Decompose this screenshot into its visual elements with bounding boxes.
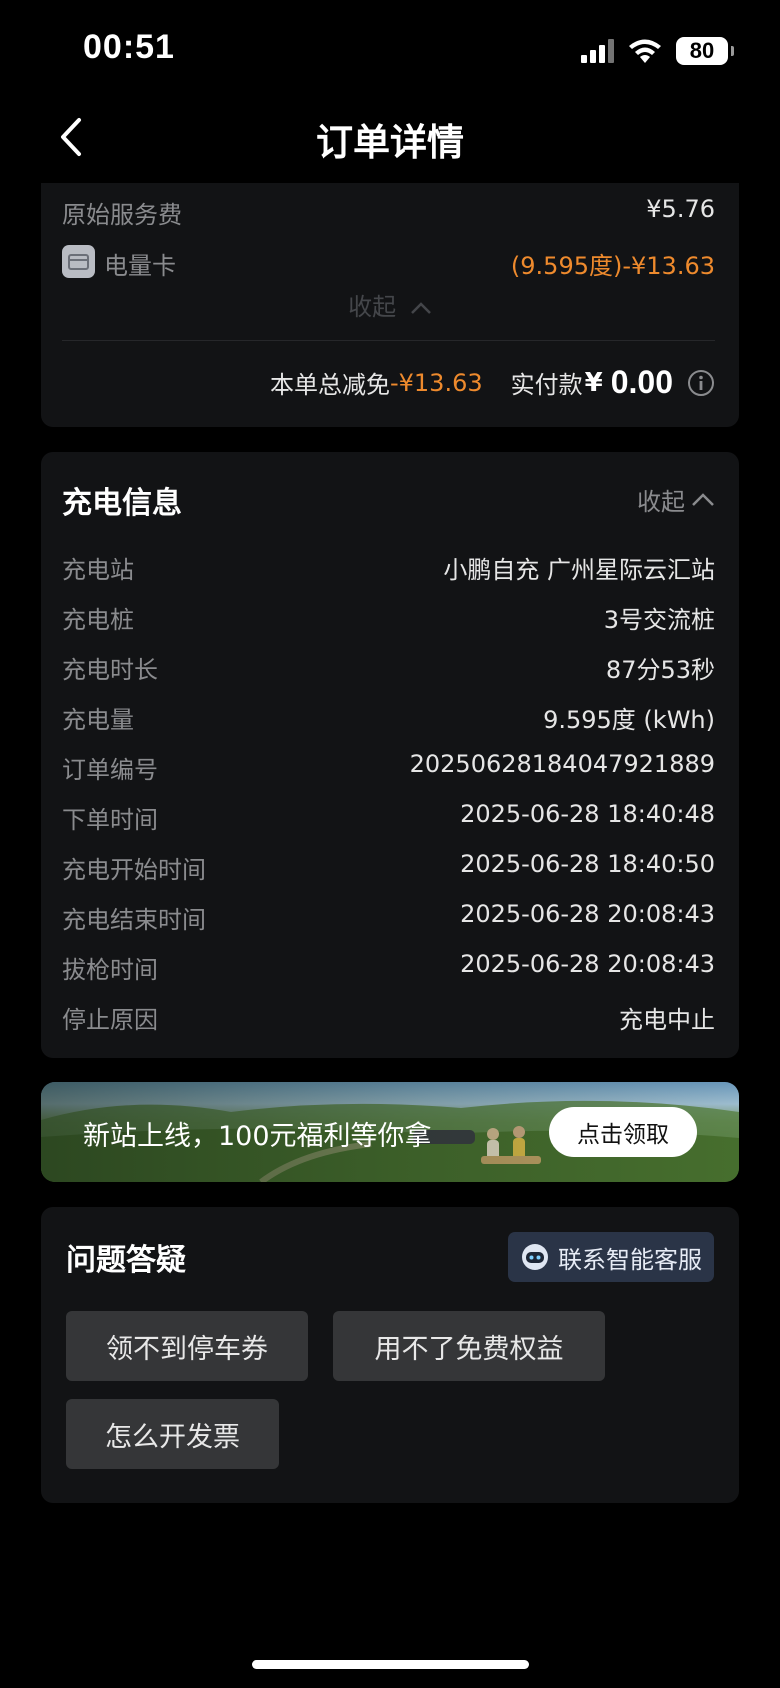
energy-card-value: (9.595度)-¥13.63 xyxy=(510,252,715,280)
chevron-left-icon xyxy=(61,118,81,156)
promo-banner[interactable]: 新站上线，100元福利等你拿 点击领取 xyxy=(41,1082,739,1182)
row-label-end-time: 充电结束时间 xyxy=(62,906,206,934)
row-value-start-time: 2025-06-28 18:40:50 xyxy=(460,850,715,878)
row-value-energy: 9.595度 (kWh) xyxy=(543,706,715,734)
contact-support-label: 联系智能客服 xyxy=(558,1245,702,1274)
row-label-energy: 充电量 xyxy=(62,706,134,734)
fee-collapse-label: 收起 xyxy=(348,293,397,321)
row-label-station: 充电站 xyxy=(62,556,134,584)
energy-card-label: 电量卡 xyxy=(104,252,176,280)
charging-collapse-button[interactable]: 收起 xyxy=(637,482,715,517)
total-discount-label: 本单总减免 xyxy=(269,371,390,399)
contact-support-button[interactable]: 联系智能客服 xyxy=(508,1232,714,1282)
home-indicator[interactable] xyxy=(252,1660,529,1669)
chevron-up-icon xyxy=(692,492,714,506)
cellular-signal-icon xyxy=(581,39,614,63)
row-value-order-time: 2025-06-28 18:40:48 xyxy=(460,800,715,828)
info-icon[interactable] xyxy=(687,369,715,397)
back-button[interactable] xyxy=(55,112,89,162)
fee-card: 原始服务费 ¥5.76 电量卡 (9.595度)-¥13.63 收起 本单总减免… xyxy=(41,183,739,427)
total-discount-value: -¥13.63 xyxy=(389,368,483,397)
row-value-order-number: 20250628184047921889 xyxy=(409,750,715,778)
row-value-pile: 3号交流桩 xyxy=(603,606,715,634)
row-label-order-time: 下单时间 xyxy=(62,806,158,834)
battery-icon: 80 xyxy=(676,37,734,65)
original-fee-value: ¥5.76 xyxy=(646,195,715,223)
page-title: 订单详情 xyxy=(316,121,464,164)
paid-label: 实付款 xyxy=(510,371,583,399)
original-fee-label: 原始服务费 xyxy=(62,201,182,229)
card-icon xyxy=(62,245,95,278)
total-summary: 本单总减免 -¥13.63 实付款 ¥ 0.00 xyxy=(270,364,715,401)
wifi-icon xyxy=(629,39,661,63)
faq-chip-free-benefits[interactable]: 用不了免费权益 xyxy=(333,1311,605,1381)
status-icons: 80 xyxy=(581,36,734,66)
claim-button[interactable]: 点击领取 xyxy=(549,1107,697,1157)
robot-icon xyxy=(522,1244,548,1270)
charging-info-title: 充电信息 xyxy=(62,486,182,521)
paid-amount: 0.00 xyxy=(610,364,673,400)
row-label-start-time: 充电开始时间 xyxy=(62,856,206,884)
faq-title: 问题答疑 xyxy=(66,1243,186,1278)
divider xyxy=(62,340,715,341)
battery-level: 80 xyxy=(689,38,715,63)
row-value-stop-reason: 充电中止 xyxy=(619,1006,715,1034)
row-label-pile: 充电桩 xyxy=(62,606,134,634)
faq-chip-invoice[interactable]: 怎么开发票 xyxy=(66,1399,279,1469)
faq-card: 问题答疑 联系智能客服 领不到停车券 用不了免费权益 怎么开发票 xyxy=(41,1207,739,1503)
row-label-duration: 充电时长 xyxy=(62,656,158,684)
banner-text: 新站上线，100元福利等你拿 xyxy=(83,1121,432,1152)
row-value-station: 小鹏自充 广州星际云汇站 xyxy=(443,556,715,584)
chevron-up-icon xyxy=(410,302,431,314)
row-label-order-number: 订单编号 xyxy=(62,756,158,784)
fee-collapse-button[interactable]: 收起 xyxy=(41,287,739,322)
charging-info-card: 充电信息 收起 充电站 小鹏自充 广州星际云汇站 充电桩 3号交流桩 充电时长 … xyxy=(41,452,739,1058)
row-value-end-time: 2025-06-28 20:08:43 xyxy=(460,900,715,928)
row-value-unplug-time: 2025-06-28 20:08:43 xyxy=(460,950,715,978)
row-value-duration: 87分53秒 xyxy=(605,656,715,684)
row-label-unplug-time: 拔枪时间 xyxy=(62,956,158,984)
row-label-stop-reason: 停止原因 xyxy=(62,1006,158,1034)
faq-chip-parking-coupon[interactable]: 领不到停车券 xyxy=(66,1311,308,1381)
status-time: 00:51 xyxy=(83,28,175,66)
charging-collapse-label: 收起 xyxy=(637,488,685,516)
paid-currency: ¥ xyxy=(584,367,603,398)
